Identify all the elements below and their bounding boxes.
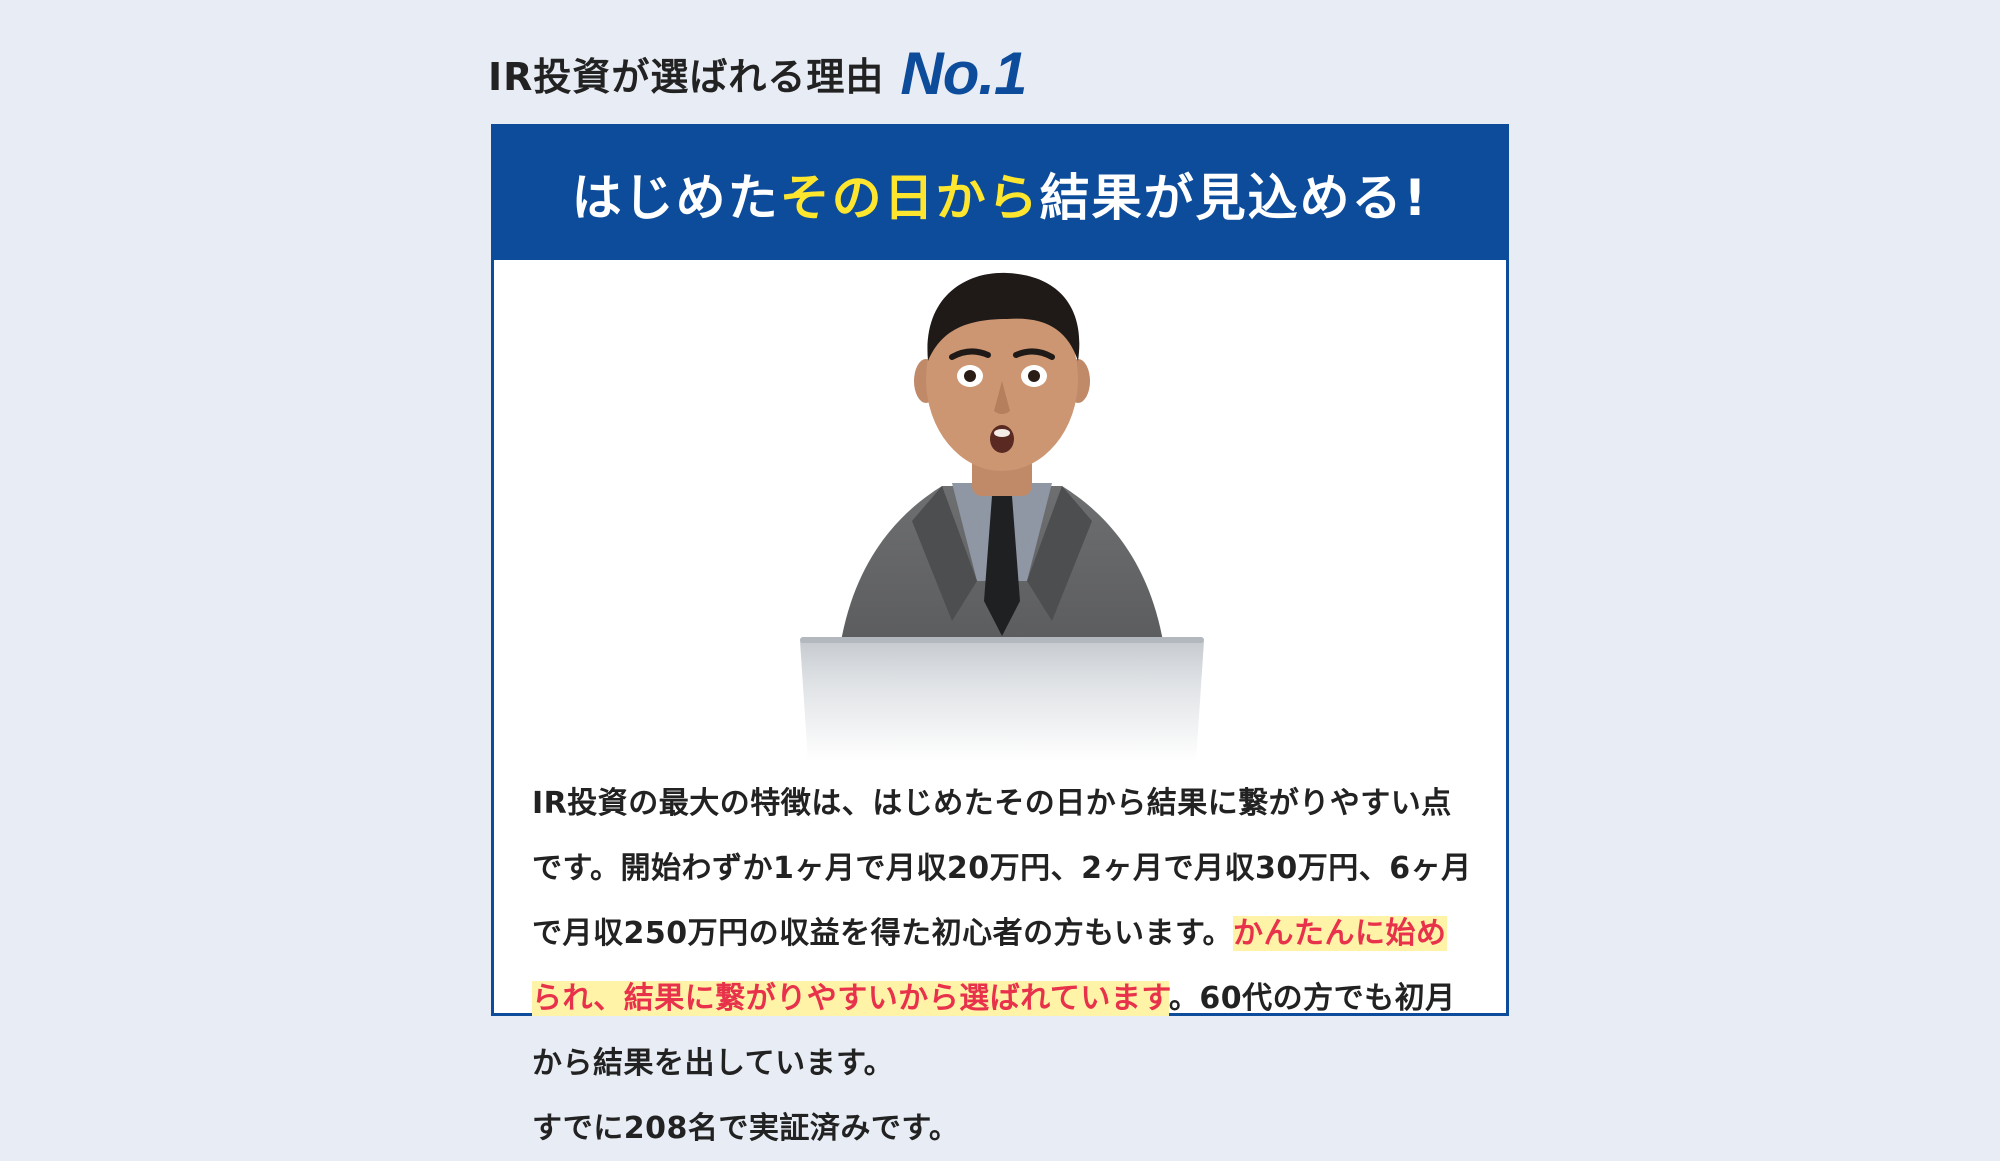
heading-number: No.1 bbox=[900, 39, 1027, 107]
heading-text: IR投資が選ばれる理由 bbox=[488, 54, 885, 99]
reason-card: はじめた その日から 結果が見込める! IR投資の最大の特徴は、はじめたその日か… bbox=[491, 124, 1509, 1146]
card-title-part1: はじめた bbox=[571, 168, 780, 227]
card-body-text: IR投資の最大の特徴は、はじめたその日から結果に繋がりやすい点です。開始わずか1… bbox=[532, 771, 1472, 1161]
section-heading: IR投資が選ばれる理由 No.1 bbox=[488, 38, 1027, 108]
card-title-part2: 結果が見込める! bbox=[1039, 168, 1429, 227]
body-last: すでに208名で実証済みです。 bbox=[532, 1111, 960, 1146]
surprised-businessman-image bbox=[800, 272, 1204, 761]
card-title: はじめた その日から 結果が見込める! bbox=[494, 127, 1506, 260]
card-title-highlight: その日から bbox=[779, 168, 1040, 227]
